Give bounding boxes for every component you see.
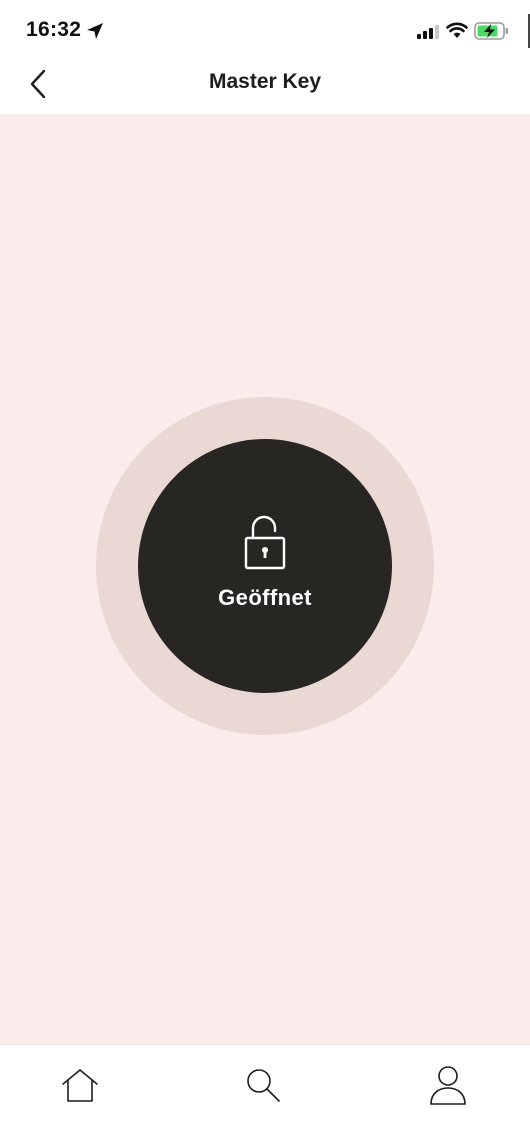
tab-profile[interactable] [418, 1059, 478, 1111]
battery-charging-icon [474, 22, 508, 40]
lock-open-icon [244, 515, 286, 570]
signal-icon [417, 25, 439, 39]
tab-home[interactable] [50, 1059, 110, 1111]
page-title: Master Key [208, 70, 322, 93]
profile-icon [430, 1066, 466, 1105]
lock-status-label: Geöffnet [218, 585, 312, 610]
home-icon [62, 1069, 98, 1102]
lock-toggle-button[interactable]: Geöffnet [138, 439, 392, 693]
tab-bar [0, 1044, 530, 1147]
tab-search[interactable] [234, 1059, 294, 1111]
search-icon [247, 1069, 280, 1102]
lock-outer-ring: Geöffnet [96, 397, 434, 735]
status-time: 16:32 [26, 18, 82, 41]
wifi-icon [446, 22, 468, 38]
location-arrow-icon [87, 23, 103, 39]
nav-bar: Master Key [0, 56, 530, 114]
main-content: Geöffnet [0, 114, 530, 1044]
status-bar: 16:32 [0, 0, 530, 56]
